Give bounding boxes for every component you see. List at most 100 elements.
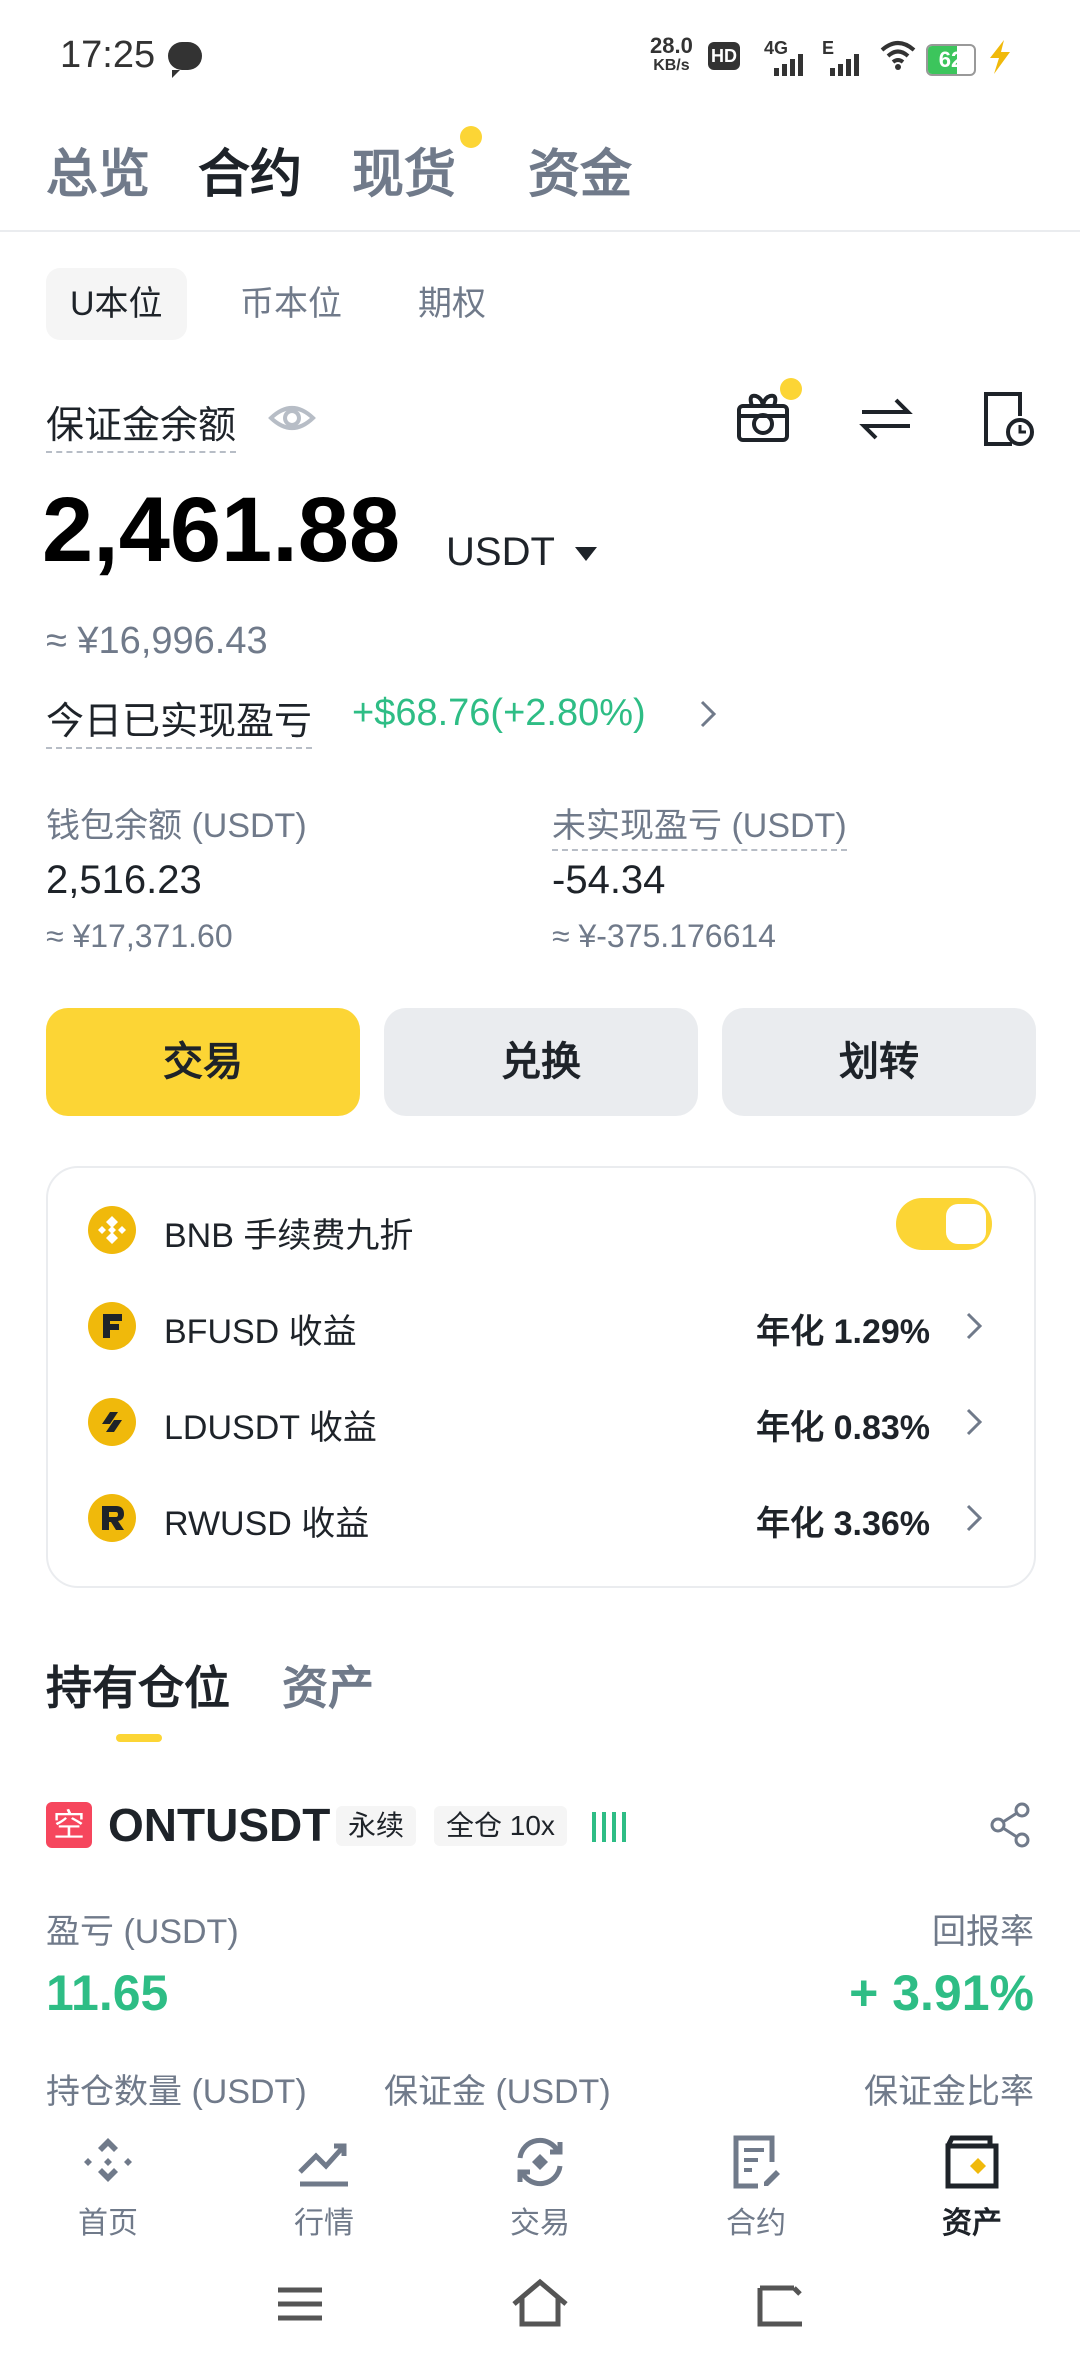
margin-balance-approx: ≈ ¥16,996.43 (46, 620, 268, 662)
gift-notification-dot (780, 378, 802, 400)
trade-swap-icon (517, 2137, 563, 2187)
nav-markets[interactable]: 行情 (254, 2132, 394, 2242)
tab-overview[interactable]: 总览 (46, 132, 150, 207)
subtab-coinm[interactable]: 币本位 (240, 268, 342, 340)
bnb-fee-label: BNB 手续费九折 (164, 1217, 414, 1255)
chevron-right-icon (966, 1504, 983, 1532)
spot-notification-dot (460, 126, 482, 148)
perpetual-tag: 永续 (336, 1806, 417, 1846)
network-speed-value: 28.0 (650, 33, 693, 58)
position-pnl-value: 11.65 (46, 1965, 169, 2021)
wallet-balance-label: 钱包余额 (USDT) (46, 807, 307, 845)
nav-home[interactable]: 首页 (38, 2132, 178, 2242)
rwusd-earn-row[interactable]: RWUSD 收益 年化 3.36% (48, 1470, 1034, 1566)
convert-button[interactable]: 兑换 (384, 1008, 698, 1116)
eye-icon[interactable] (268, 398, 316, 438)
nav-assets[interactable]: 资产 (902, 2132, 1042, 2242)
share-icon[interactable] (988, 1802, 1032, 1848)
rwusd-apr: 年化 3.36% (756, 1505, 930, 1543)
risk-level-icon (592, 1812, 626, 1842)
margin-balance-amount: 2,461.88 (42, 479, 401, 581)
chevron-right-icon[interactable] (696, 696, 720, 732)
nav-trade-label: 交易 (510, 2207, 570, 2240)
nav-trade[interactable]: 交易 (470, 2132, 610, 2242)
signal-bars-icon (774, 52, 803, 76)
status-bar: 17:25 28.0 KB/s HD 4G E 62 (0, 0, 1080, 110)
today-pnl-row[interactable]: 今日已实现盈亏 (46, 690, 313, 749)
charging-bolt-icon (990, 40, 1010, 74)
network-speed: 28.0 KB/s (650, 33, 693, 76)
chevron-right-icon (966, 1312, 983, 1340)
back-icon[interactable] (754, 2284, 806, 2328)
futures-document-icon (733, 2135, 780, 2189)
earn-card: BNB 手续费九折 BFUSD 收益 年化 1.29% LDUSDT 收益 年化… (46, 1166, 1036, 1588)
ldusdt-earn-label: LDUSDT 收益 (164, 1409, 377, 1447)
today-pnl-value: +$68.76(+2.80%) (352, 692, 646, 734)
network-speed-unit: KB/s (653, 57, 690, 74)
subtab-options[interactable]: 期权 (418, 268, 486, 340)
tab-assets[interactable]: 资产 (282, 1652, 374, 1718)
nav-markets-label: 行情 (294, 2207, 354, 2240)
wallet-balance-value: 2,516.23 (46, 858, 202, 902)
trade-button[interactable]: 交易 (46, 1008, 360, 1116)
tab-positions[interactable]: 持有仓位 (46, 1652, 230, 1718)
ldusdt-earn-row[interactable]: LDUSDT 收益 年化 0.83% (48, 1374, 1034, 1470)
home-icon[interactable] (510, 2278, 570, 2328)
rwusd-coin-icon (88, 1494, 136, 1542)
ldusdt-coin-icon (88, 1398, 136, 1446)
unrealized-pnl-label: 未实现盈亏 (USDT) (552, 807, 847, 851)
wallet-icon (945, 2135, 999, 2189)
menu-icon[interactable] (276, 2284, 324, 2324)
today-pnl-label: 今日已实现盈亏 (46, 701, 313, 749)
bnb-coin-icon (88, 1206, 136, 1254)
bfusd-earn-row[interactable]: BFUSD 收益 年化 1.29% (48, 1278, 1034, 1374)
unrealized-pnl-value: -54.34 (552, 858, 666, 902)
rwusd-earn-label: RWUSD 收益 (164, 1505, 370, 1543)
nav-home-label: 首页 (78, 2207, 138, 2240)
position-margin-ratio-label: 保证金比率 (864, 2073, 1034, 2111)
wifi-icon (880, 41, 916, 70)
nav-futures-label: 合约 (726, 2207, 786, 2240)
balance-currency: USDT (446, 530, 555, 574)
margin-balance-label-wrap[interactable]: 保证金余额 (46, 394, 237, 453)
tab-funding[interactable]: 资金 (528, 132, 632, 207)
signal-bars-icon (830, 52, 859, 76)
bfusd-coin-icon (88, 1302, 136, 1350)
wallet-balance-approx: ≈ ¥17,371.60 (46, 918, 233, 954)
balance-currency-selector[interactable]: USDT (446, 530, 598, 575)
tab-spot[interactable]: 现货 (352, 132, 456, 207)
margin-balance-label: 保证金余额 (46, 405, 237, 453)
caret-down-icon (575, 547, 598, 562)
header-divider (0, 230, 1080, 232)
margin-mode-tag[interactable]: 全仓 10x (434, 1806, 567, 1846)
hd-voice-icon: HD (708, 42, 740, 70)
chat-notification-icon (168, 42, 202, 78)
chart-trend-icon (298, 2143, 348, 2187)
bnb-fee-toggle[interactable] (896, 1198, 992, 1250)
battery-icon: 62 (926, 44, 976, 76)
position-pnl-label: 盈亏 (USDT) (46, 1913, 239, 1951)
status-time: 17:25 (60, 34, 156, 76)
nav-futures[interactable]: 合约 (686, 2132, 826, 2242)
tab-futures[interactable]: 合约 (198, 132, 302, 207)
bfusd-earn-label: BFUSD 收益 (164, 1313, 357, 1351)
short-side-badge: 空 (46, 1802, 92, 1848)
position-size-label: 持仓数量 (USDT) (46, 2073, 307, 2111)
ldusdt-apr: 年化 0.83% (756, 1409, 930, 1447)
position-margin-label: 保证金 (USDT) (384, 2073, 611, 2111)
battery-level: 62 (938, 47, 964, 72)
nav-assets-label: 资产 (942, 2207, 1002, 2240)
bfusd-apr: 年化 1.29% (756, 1313, 930, 1351)
position-symbol[interactable]: ONTUSDT (108, 1798, 330, 1852)
bnb-fee-discount-row: BNB 手续费九折 (48, 1182, 1034, 1278)
history-record-icon[interactable] (980, 390, 1036, 450)
binance-logo-icon (84, 2138, 132, 2182)
unrealized-pnl-label-wrap[interactable]: 未实现盈亏 (USDT) (552, 798, 847, 851)
tab-active-indicator (116, 1734, 162, 1742)
transfer-arrows-icon[interactable] (858, 394, 914, 444)
position-roe-label: 回报率 (932, 1913, 1034, 1951)
transfer-button[interactable]: 划转 (722, 1008, 1036, 1116)
unrealized-pnl-approx: ≈ ¥-375.176614 (552, 918, 776, 954)
subtab-usdm[interactable]: U本位 (46, 268, 187, 340)
chevron-right-icon (966, 1408, 983, 1436)
